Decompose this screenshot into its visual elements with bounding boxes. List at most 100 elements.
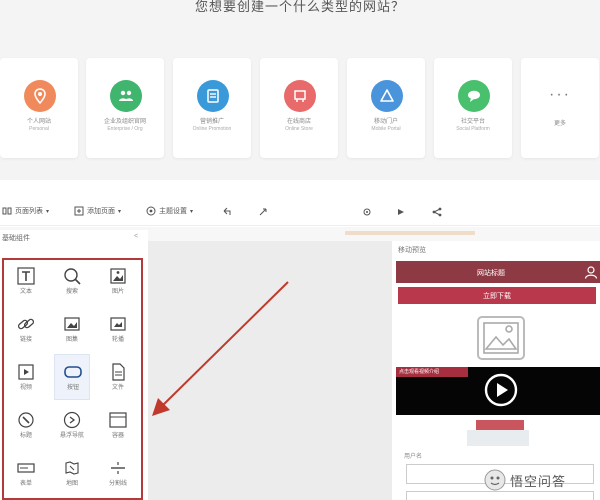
container-icon [109,412,127,428]
site-type-name: 社交平台 [460,119,485,125]
component-label: 视频 [19,385,32,391]
site-type-section: 您想要创建一个什么类型的网站？ 个人网站 Personal 企业及组织官网 En… [0,0,600,180]
pages-menu[interactable]: 页面列表 ▾ [2,206,49,216]
form-icon [17,463,35,473]
component-map[interactable]: 地图 [54,454,90,496]
component-label: 文本 [19,289,32,295]
people-icon [110,80,142,112]
component-title[interactable]: 标题 [8,406,44,448]
component-gallery[interactable]: 图集 [54,310,90,352]
file-icon [112,363,125,381]
component-label: 轮播 [111,337,124,343]
component-label: 图片 [111,289,124,295]
pages-menu-label: 页面列表 [15,208,43,215]
float-nav-icon [63,411,81,429]
title-icon [18,412,34,428]
component-label: 表单 [19,481,32,487]
component-search[interactable]: 搜索 [54,262,90,304]
component-label: 分割线 [108,481,127,487]
component-label: 容器 [111,433,124,439]
site-type-card-store[interactable]: 在线商店 Online Store [260,58,338,158]
map-icon [65,461,79,475]
theme-icon [146,206,156,216]
editor-canvas[interactable] [148,241,392,500]
chevron-down-icon: ▾ [190,208,194,215]
play-icon[interactable] [484,373,518,407]
site-type-card-enterprise[interactable]: 企业及组织官网 Enterprise / Org [86,58,164,158]
preview-button-text: 立即下载 [483,293,511,300]
preview-icon[interactable] [396,207,406,217]
editor-toolbar: 页面列表 ▾ 添加页面 ▾ 主题设置 ▾ [0,200,600,226]
component-label: 链接 [19,337,32,343]
add-page-menu-label: 添加页面 [87,208,115,215]
preview-header-bar: 网站标题 [396,261,600,283]
component-label: 文件 [111,385,124,391]
app-root: 您想要创建一个什么类型的网站？ 个人网站 Personal 企业及组织官网 En… [0,0,600,500]
component-text[interactable]: 文本 [8,262,44,304]
component-container[interactable]: 容器 [100,406,136,448]
component-label: 搜索 [65,289,78,295]
text-icon [17,267,35,285]
component-button[interactable]: 按钮 [54,354,90,400]
site-type-sub: Social Platform [456,126,490,132]
component-label: 悬浮导航 [59,433,84,439]
site-type-card-promotion[interactable]: 营销推广 Online Promotion [173,58,251,158]
component-label: 地图 [65,481,78,487]
site-type-name: 在线商店 [286,119,311,125]
site-type-sub: Mobile Portal [371,126,401,132]
map-pin-icon [24,80,56,112]
preview-video-block[interactable]: 点击观看视频介绍 [396,367,600,415]
watermark: 悟空问答 [484,468,596,492]
more-dots-icon: ··· [549,86,571,103]
add-page-icon [74,206,84,216]
preview-download-button[interactable]: 立即下载 [398,287,596,304]
theme-menu[interactable]: 主题设置 ▾ [146,206,193,216]
component-divider[interactable]: 分割线 [100,454,136,496]
site-type-sub: Personal [29,126,49,132]
watermark-logo-icon [484,469,506,491]
component-grid: 文本 搜索 图片 链接 图集 轮播 视频 按钮 文件 标题 悬浮导航 容器 表单… [2,258,143,500]
component-label: 按钮 [66,385,79,391]
chevron-down-icon: ▾ [118,208,122,215]
pages-icon [2,207,12,215]
component-label: 标题 [19,433,32,439]
preview-input-field-2[interactable] [406,491,594,500]
settings-icon[interactable] [362,207,372,217]
site-type-sub: Online Promotion [192,126,232,132]
collapse-panel-button[interactable]: < [134,233,138,240]
document-icon [197,80,229,112]
search-icon [64,268,81,285]
gallery-icon [64,317,80,331]
site-type-card-social[interactable]: 社交平台 Social Platform [434,58,512,158]
site-type-card-mobile-portal[interactable]: 移动门户 Mobile Portal [347,58,425,158]
undo-icon[interactable] [222,207,232,217]
add-page-menu[interactable]: 添加页面 ▾ [74,206,121,216]
panel-title: 基础组件 [2,235,30,242]
video-tag: 点击观看视频介绍 [396,367,468,377]
component-form[interactable]: 表单 [8,454,44,496]
preview-field-label: 用户名 [404,454,423,460]
preview-title: 移动预览 [398,247,426,254]
site-type-card-more[interactable]: ··· 更多 [521,58,599,158]
component-link[interactable]: 链接 [8,310,44,352]
component-float-nav[interactable]: 悬浮导航 [54,406,90,448]
watermark-text: 悟空问答 [510,473,567,489]
site-type-name: 企业及组织官网 [103,119,146,125]
component-file[interactable]: 文件 [100,358,136,400]
share-icon[interactable] [432,207,442,217]
video-icon [18,364,34,380]
triangle-icon [371,80,403,112]
site-type-name: 个人网站 [26,119,51,125]
component-video[interactable]: 视频 [8,358,44,400]
component-label: 图集 [65,337,78,343]
divider-icon [111,462,125,474]
site-type-card-personal[interactable]: 个人网站 Personal [0,58,78,158]
preview-header-text: 网站标题 [477,270,505,277]
redo-icon[interactable] [258,207,268,217]
user-icon[interactable] [584,265,598,279]
image-placeholder-icon [477,316,525,360]
link-icon [17,318,35,330]
mobile-preview: 移动预览 网站标题 立即下载 点击观看视频介绍 用户名 [392,241,600,500]
component-image[interactable]: 图片 [100,262,136,304]
component-carousel[interactable]: 轮播 [100,310,136,352]
